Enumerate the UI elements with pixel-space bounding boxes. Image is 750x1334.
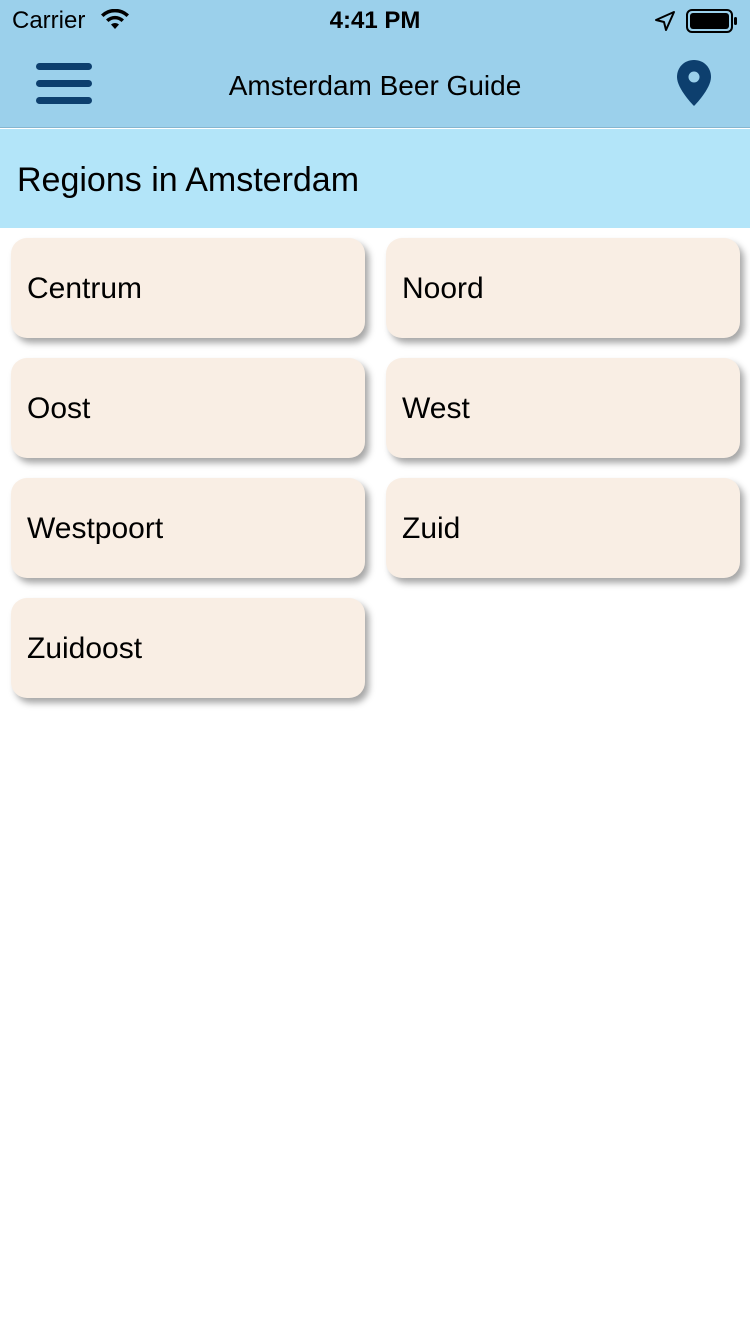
region-label: Westpoort: [27, 512, 164, 545]
section-header: Regions in Amsterdam: [0, 129, 750, 228]
map-pin-icon[interactable]: [674, 58, 714, 108]
region-label: Oost: [27, 392, 91, 425]
region-card-oost[interactable]: Oost: [11, 358, 365, 458]
status-time: 4:41 PM: [329, 7, 421, 34]
region-card-centrum[interactable]: Centrum: [11, 238, 365, 338]
app-title: Amsterdam Beer Guide: [228, 70, 522, 101]
region-label: West: [402, 392, 470, 425]
region-card-zuidoost[interactable]: Zuidoost: [11, 598, 365, 698]
region-card-west[interactable]: West: [386, 358, 740, 458]
navigation-bar: Amsterdam Beer Guide: [0, 40, 750, 128]
region-card-westpoort[interactable]: Westpoort: [11, 478, 365, 578]
battery-icon: [686, 9, 737, 33]
region-card-noord[interactable]: Noord: [386, 238, 740, 338]
location-arrow-icon: [655, 11, 675, 31]
top-bar: Carrier 4:41 PM Amsterdam Beer Guide: [0, 0, 750, 128]
region-card-zuid[interactable]: Zuid: [386, 478, 740, 578]
region-label: Zuidoost: [27, 632, 143, 665]
region-label: Centrum: [27, 272, 143, 305]
region-label: Zuid: [402, 512, 461, 545]
section-title: Regions in Amsterdam: [17, 161, 360, 199]
status-bar: Carrier 4:41 PM: [0, 0, 750, 40]
region-label: Noord: [402, 272, 484, 305]
